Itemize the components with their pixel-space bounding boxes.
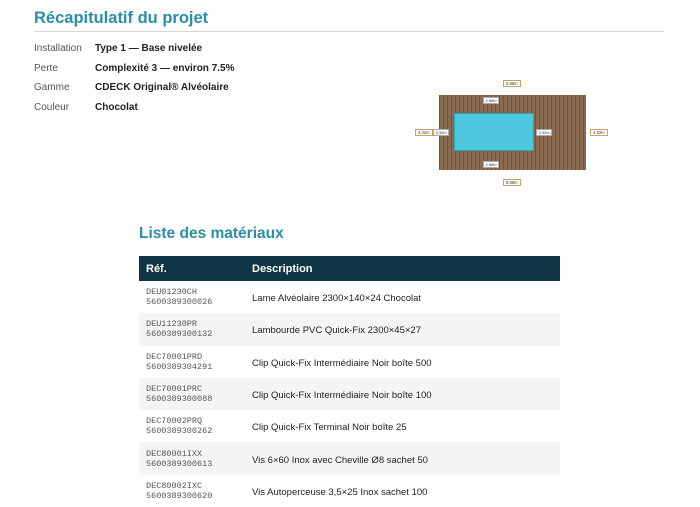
ean-code: 5600389300132 [146, 329, 213, 340]
description-text: Clip Quick-Fix Intermédiaire Noir boîte … [252, 357, 432, 369]
summary-row-gamme: Gamme CDECK Original® Alvéolaire [34, 78, 235, 98]
project-summary: Installation Type 1 — Base nivelée Perte… [34, 39, 235, 117]
ref-cell: DEU11230PR 5600389300132 [139, 313, 245, 345]
ref-code: DEU11230PR [146, 319, 198, 330]
description-text: Clip Quick-Fix Terminal Noir boîte 25 [252, 422, 407, 434]
summary-label: Gamme [34, 82, 70, 94]
summary-row-perte: Perte Complexité 3 — environ 7.5% [34, 59, 235, 79]
description-text: Lame Alvéolaire 2300×140×24 Chocolat [252, 293, 422, 305]
ref-cell: DEU01230CH 5600389300026 [139, 281, 245, 313]
description-cell: Vis 6×60 Inox avec Cheville Ø8 sachet 50 [245, 442, 560, 474]
dimension-right-outer: 4.32m [590, 129, 608, 136]
summary-label: Installation [34, 43, 82, 55]
column-header-ref: Réf. [146, 262, 167, 275]
ref-code: DEU01230CH [146, 287, 198, 298]
summary-value: CDECK Original® Alvéolaire [95, 82, 229, 94]
ref-code: DEC70001PRD [146, 351, 203, 362]
deck-plan-diagram: 8.86m 8.86m 4.32m 4.32m 4.68m 4.68m 3.32… [412, 75, 608, 191]
dimension-bottom-inner: 4.68m [483, 161, 500, 168]
ref-cell: DEC70002PRQ 5600389300262 [139, 410, 245, 442]
ref-cell: DEC80001IXX 5600389300613 [139, 442, 245, 474]
ean-code: 5600389300613 [146, 458, 213, 469]
summary-row-installation: Installation Type 1 — Base nivelée [34, 39, 235, 59]
description-text: Lambourde PVC Quick-Fix 2300×45×27 [252, 325, 421, 337]
ref-code: DEC80002IXC [146, 480, 203, 491]
materials-title: Liste des matériaux [139, 225, 284, 242]
summary-label: Couleur [34, 101, 70, 113]
summary-label: Perte [34, 62, 58, 74]
table-header-row: Réf. Description [139, 256, 560, 281]
summary-value: Chocolat [95, 101, 138, 113]
dimension-right-inner: 3.32m [536, 129, 553, 136]
ean-code: 5600389300620 [146, 490, 213, 501]
table-row: DEC70001PRD 5600389304291 Clip Quick-Fix … [139, 345, 560, 378]
description-cell: Clip Quick-Fix Terminal Noir boîte 25 [245, 410, 560, 442]
summary-value: Type 1 — Base nivelée [95, 43, 203, 55]
dimension-left-outer: 4.32m [415, 129, 433, 136]
ean-code: 5600389300026 [146, 297, 213, 308]
ean-code: 5600389300262 [146, 426, 213, 437]
dimension-top-outer: 8.86m [503, 80, 521, 87]
ean-code: 5600389300088 [146, 394, 213, 405]
summary-value: Complexité 3 — environ 7.5% [95, 62, 235, 74]
ean-code: 5600389304291 [146, 361, 213, 372]
description-cell: Lame Alvéolaire 2300×140×24 Chocolat [245, 281, 560, 313]
table-row: DEU01230CH 5600389300026 Lame Alvéolaire … [139, 281, 560, 314]
ref-cell: DEC70001PRC 5600389300088 [139, 378, 245, 410]
description-text: Vis Autoperceuse 3,5×25 Inox sachet 100 [252, 486, 428, 498]
description-text: Vis 6×60 Inox avec Cheville Ø8 sachet 50 [252, 454, 428, 466]
description-cell: Lambourde PVC Quick-Fix 2300×45×27 [245, 313, 560, 345]
description-cell: Clip Quick-Fix Intermédiaire Noir boîte … [245, 346, 560, 378]
dimension-top-inner: 4.68m [483, 97, 500, 104]
table-row: DEC80002IXC 5600389300620 Vis Autoperceus… [139, 474, 560, 507]
pool-area [454, 113, 534, 151]
ref-cell: DEC80002IXC 5600389300620 [139, 475, 245, 507]
title-divider [34, 31, 664, 32]
table-row: DEC70001PRC 5600389300088 Clip Quick-Fix … [139, 377, 560, 411]
description-cell: Vis Autoperceuse 3,5×25 Inox sachet 100 [245, 475, 560, 507]
table-row: DEC70002PRQ 5600389300262 Clip Quick-Fix … [139, 410, 560, 443]
ref-code: DEC80001IXX [146, 448, 203, 459]
ref-code: DEC70001PRC [146, 384, 203, 395]
summary-row-couleur: Couleur Chocolat [34, 98, 235, 118]
materials-table: Réf. Description DEU01230CH 5600389300026… [139, 256, 560, 507]
ref-code: DEC70002PRQ [146, 416, 203, 427]
table-row: DEC80001IXX 5600389300613 Vis 6×60 Inox a… [139, 442, 560, 475]
column-header-description: Description [252, 262, 313, 275]
page-title: Récapitulatif du projet [34, 9, 209, 27]
description-text: Clip Quick-Fix Intermédiaire Noir boîte … [252, 390, 432, 402]
dimension-bottom-outer: 8.86m [503, 179, 521, 186]
ref-cell: DEC70001PRD 5600389304291 [139, 346, 245, 378]
deck-surface: 4.68m 4.68m 3.32m 3.32m [433, 95, 586, 170]
dimension-left-inner: 3.32m [433, 129, 450, 136]
description-cell: Clip Quick-Fix Intermédiaire Noir boîte … [245, 378, 560, 410]
table-row: DEU11230PR 5600389300132 Lambourde PVC Qu… [139, 313, 560, 346]
